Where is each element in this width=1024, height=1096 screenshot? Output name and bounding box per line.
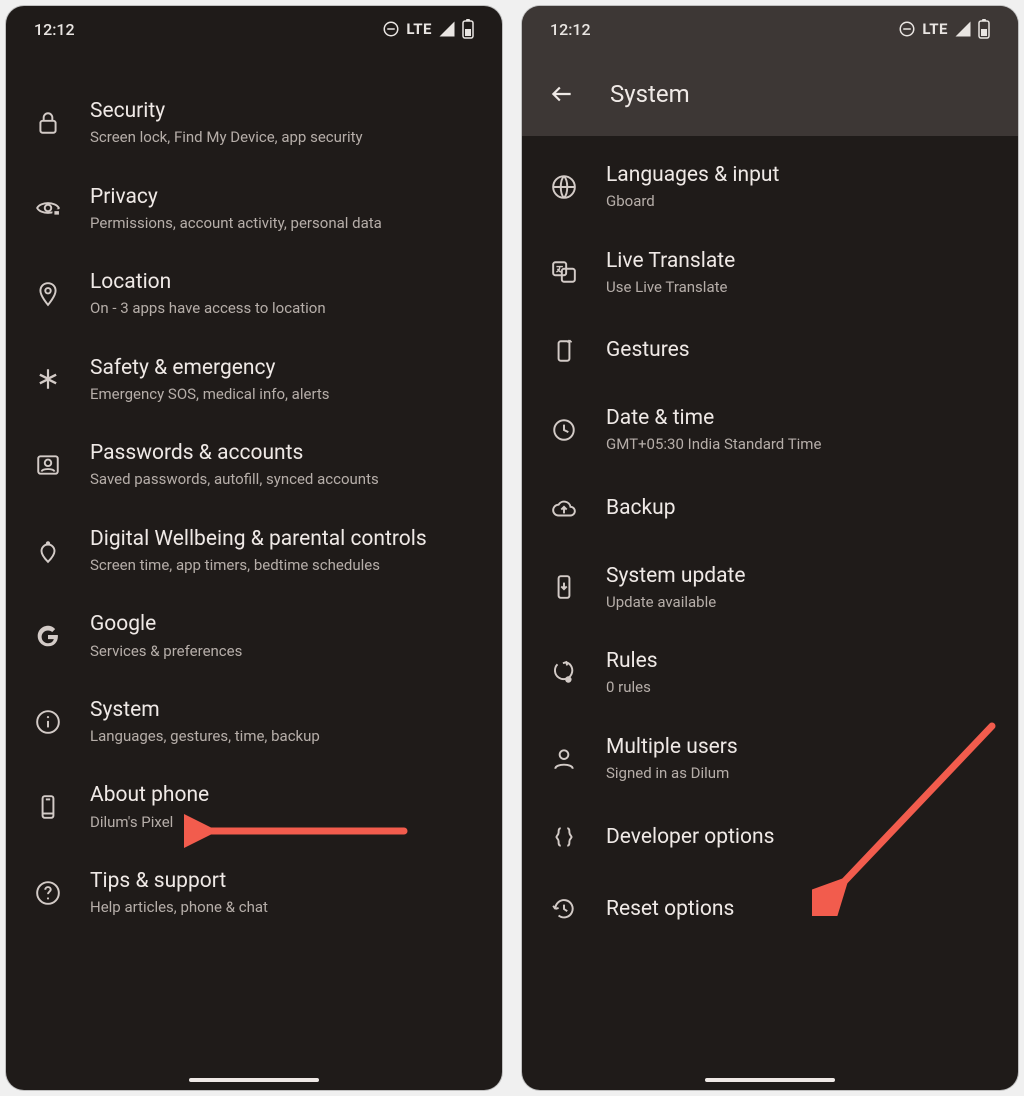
item-live-translate[interactable]: Live Translate Use Live Translate — [522, 230, 1018, 316]
status-bar: 12:12 LTE — [6, 6, 502, 52]
item-subtitle: Languages, gestures, time, backup — [90, 726, 482, 746]
item-passwords-accounts[interactable]: Passwords & accounts Saved passwords, au… — [6, 422, 502, 508]
gesture-phone-icon — [540, 338, 588, 364]
item-title: Tips & support — [90, 868, 482, 895]
item-title: Backup — [606, 495, 998, 522]
page-header: 12:12 LTE System — [522, 6, 1018, 136]
google-g-icon — [24, 623, 72, 649]
battery-icon — [978, 19, 990, 39]
item-title: System update — [606, 563, 998, 590]
item-date-time[interactable]: Date & time GMT+05:30 India Standard Tim… — [522, 387, 1018, 473]
item-title: Multiple users — [606, 734, 998, 761]
system-list: Languages & input Gboard Live Translate … — [522, 136, 1018, 975]
phone-device-icon — [24, 794, 72, 820]
item-tips-support[interactable]: Tips & support Help articles, phone & ch… — [6, 850, 502, 936]
clock-icon — [540, 417, 588, 443]
braces-icon — [540, 824, 588, 850]
item-languages-input[interactable]: Languages & input Gboard — [522, 144, 1018, 230]
status-time: 12:12 — [550, 20, 591, 39]
location-pin-icon — [24, 281, 72, 307]
item-location[interactable]: Location On - 3 apps have access to loca… — [6, 251, 502, 337]
item-rules[interactable]: Rules 0 rules — [522, 630, 1018, 716]
asterisk-icon — [24, 366, 72, 392]
item-subtitle: 0 rules — [606, 677, 998, 697]
item-title: Security — [90, 98, 482, 125]
item-subtitle: Help articles, phone & chat — [90, 897, 482, 917]
status-time: 12:12 — [34, 20, 75, 39]
item-subtitle: Signed in as Dilum — [606, 763, 998, 783]
item-system-update[interactable]: System update Update available — [522, 545, 1018, 631]
item-about-phone[interactable]: About phone Dilum's Pixel — [6, 764, 502, 850]
globe-icon — [540, 174, 588, 200]
do-not-disturb-icon — [382, 20, 400, 38]
wellbeing-icon — [24, 538, 72, 564]
battery-icon — [462, 19, 474, 39]
do-not-disturb-icon — [898, 20, 916, 38]
item-title: Digital Wellbeing & parental controls — [90, 526, 482, 553]
help-icon — [24, 880, 72, 906]
item-title: Developer options — [606, 824, 998, 851]
item-backup[interactable]: Backup — [522, 473, 1018, 545]
item-subtitle: Services & preferences — [90, 641, 482, 661]
item-subtitle: Permissions, account activity, personal … — [90, 213, 482, 233]
item-subtitle: Screen lock, Find My Device, app securit… — [90, 127, 482, 147]
item-title: System — [90, 697, 482, 724]
item-subtitle: Use Live Translate — [606, 277, 998, 297]
phone-settings-main: 12:12 LTE Security Screen lock, Find My … — [6, 6, 502, 1090]
account-box-icon — [24, 452, 72, 478]
item-title: Reset options — [606, 896, 998, 923]
status-indicators: LTE — [898, 19, 990, 39]
item-reset-options[interactable]: Reset options — [522, 873, 1018, 945]
page-title: System — [610, 80, 690, 108]
item-title: Google — [90, 611, 482, 638]
item-subtitle: Saved passwords, autofill, synced accoun… — [90, 469, 482, 489]
item-system[interactable]: System Languages, gestures, time, backup — [6, 679, 502, 765]
restore-icon — [540, 896, 588, 922]
item-subtitle: Screen time, app timers, bedtime schedul… — [90, 555, 482, 575]
lock-icon — [24, 110, 72, 136]
item-subtitle: Update available — [606, 592, 998, 612]
signal-icon — [954, 20, 972, 38]
phone-settings-system: 12:12 LTE System Languages & input Gboar… — [522, 6, 1018, 1090]
item-multiple-users[interactable]: Multiple users Signed in as Dilum — [522, 716, 1018, 802]
item-subtitle: Dilum's Pixel — [90, 812, 482, 832]
status-bar: 12:12 LTE — [522, 6, 1018, 52]
item-subtitle: Gboard — [606, 191, 998, 211]
item-subtitle: On - 3 apps have access to location — [90, 298, 482, 318]
back-button[interactable] — [542, 74, 582, 114]
info-icon — [24, 709, 72, 735]
item-title: Privacy — [90, 184, 482, 211]
item-title: Safety & emergency — [90, 355, 482, 382]
item-gestures[interactable]: Gestures — [522, 315, 1018, 387]
person-icon — [540, 746, 588, 772]
item-google[interactable]: Google Services & preferences — [6, 593, 502, 679]
system-update-icon — [540, 574, 588, 600]
rules-icon — [540, 660, 588, 686]
item-title: Passwords & accounts — [90, 440, 482, 467]
status-indicators: LTE — [382, 19, 474, 39]
item-title: Location — [90, 269, 482, 296]
cloud-upload-icon — [540, 496, 588, 522]
gesture-nav-bar[interactable] — [522, 1078, 1018, 1082]
item-title: Live Translate — [606, 248, 998, 275]
item-title: Languages & input — [606, 162, 998, 189]
item-security[interactable]: Security Screen lock, Find My Device, ap… — [6, 80, 502, 166]
eye-lock-icon — [24, 195, 72, 221]
item-subtitle: GMT+05:30 India Standard Time — [606, 434, 998, 454]
item-developer-options[interactable]: Developer options — [522, 801, 1018, 873]
gesture-nav-bar[interactable] — [6, 1078, 502, 1082]
item-title: Date & time — [606, 405, 998, 432]
item-privacy[interactable]: Privacy Permissions, account activity, p… — [6, 166, 502, 252]
translate-icon — [540, 259, 588, 285]
item-title: Rules — [606, 648, 998, 675]
network-type: LTE — [406, 20, 432, 38]
network-type: LTE — [922, 20, 948, 38]
item-title: About phone — [90, 782, 482, 809]
item-digital-wellbeing[interactable]: Digital Wellbeing & parental controls Sc… — [6, 508, 502, 594]
item-subtitle: Emergency SOS, medical info, alerts — [90, 384, 482, 404]
item-safety-emergency[interactable]: Safety & emergency Emergency SOS, medica… — [6, 337, 502, 423]
signal-icon — [438, 20, 456, 38]
item-title: Gestures — [606, 337, 998, 364]
settings-list: Security Screen lock, Find My Device, ap… — [6, 52, 502, 965]
